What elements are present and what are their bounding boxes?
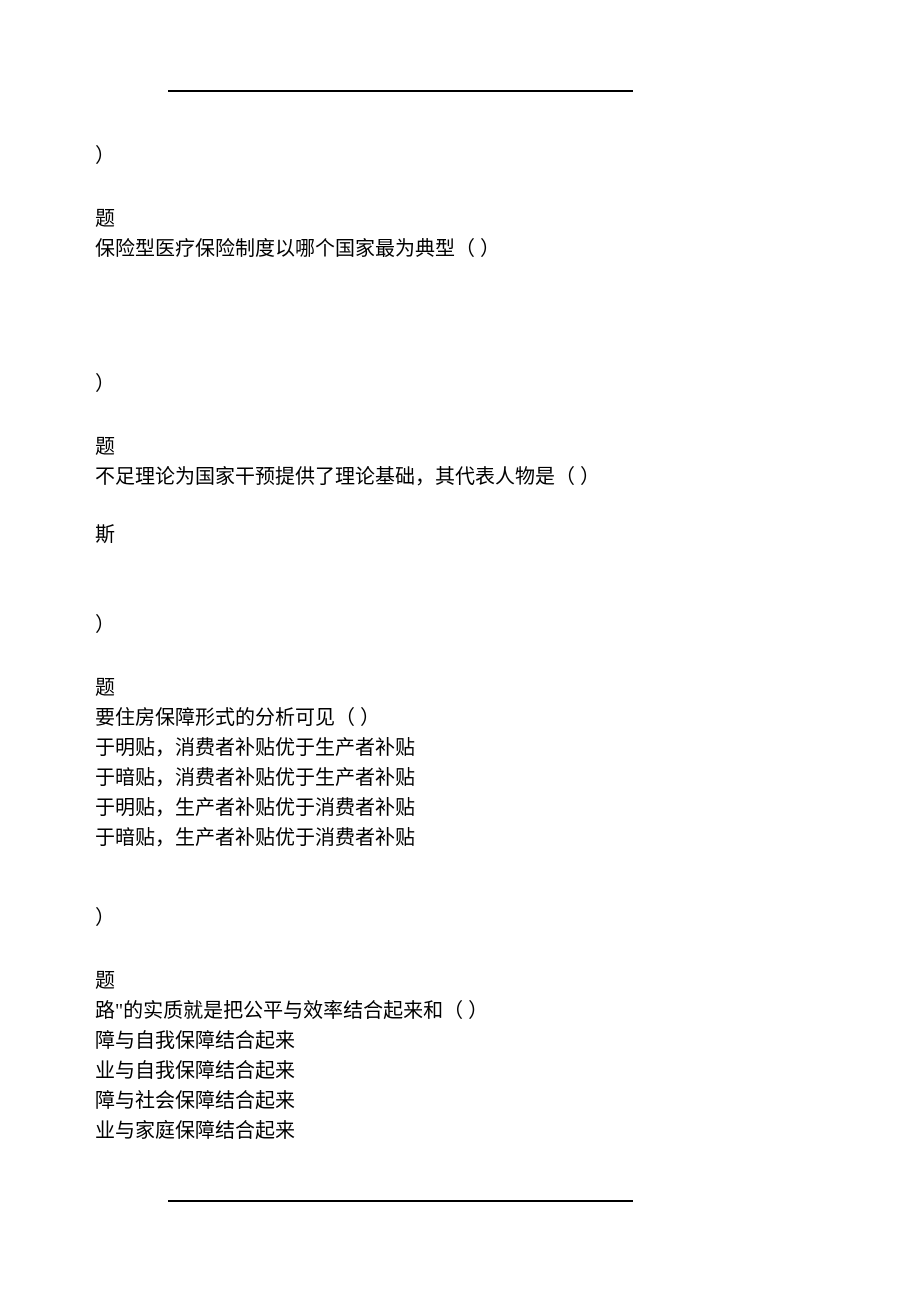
q4-label: 题 [95, 967, 633, 995]
q4-option-c: 障与社会保障结合起来 [95, 1087, 633, 1115]
question-2: 题 不足理论为国家干预提供了理论基础，其代表人物是（ ） 斯 [95, 433, 633, 549]
q4-text: 路"的实质就是把公平与效率结合起来和（ ） [95, 997, 633, 1025]
question-3: 题 要住房保障形式的分析可见（ ） 于明贴，消费者补贴优于生产者补贴 于暗贴，消… [95, 674, 633, 852]
q3-option-d: 于暗贴，生产者补贴优于消费者补贴 [95, 824, 633, 852]
q1-text: 保险型医疗保险制度以哪个国家最为典型（ ） [95, 235, 633, 263]
bottom-divider [168, 1200, 633, 1202]
q2-text: 不足理论为国家干预提供了理论基础，其代表人物是（ ） [95, 463, 633, 491]
q1-label: 题 [95, 205, 633, 233]
q3-option-c: 于明贴，生产者补贴优于消费者补贴 [95, 794, 633, 822]
answer-paren-3: ） [95, 611, 633, 639]
q2-label: 题 [95, 433, 633, 461]
answer-paren-1: ） [95, 142, 633, 170]
q3-label: 题 [95, 674, 633, 702]
q4-option-d: 业与家庭保障结合起来 [95, 1117, 633, 1145]
q4-option-a: 障与自我保障结合起来 [95, 1027, 633, 1055]
q3-option-a: 于明贴，消费者补贴优于生产者补贴 [95, 734, 633, 762]
q3-option-b: 于暗贴，消费者补贴优于生产者补贴 [95, 764, 633, 792]
answer-paren-4: ） [95, 904, 633, 932]
q2-option-fragment: 斯 [95, 521, 633, 549]
document-content: ） 题 保险型医疗保险制度以哪个国家最为典型（ ） ） 题 不足理论为国家干预提… [95, 90, 633, 1202]
top-divider [168, 90, 633, 92]
q4-option-b: 业与自我保障结合起来 [95, 1057, 633, 1085]
question-1: 题 保险型医疗保险制度以哪个国家最为典型（ ） [95, 205, 633, 263]
q3-text: 要住房保障形式的分析可见（ ） [95, 704, 633, 732]
answer-paren-2: ） [95, 370, 633, 398]
question-4: 题 路"的实质就是把公平与效率结合起来和（ ） 障与自我保障结合起来 业与自我保… [95, 967, 633, 1145]
